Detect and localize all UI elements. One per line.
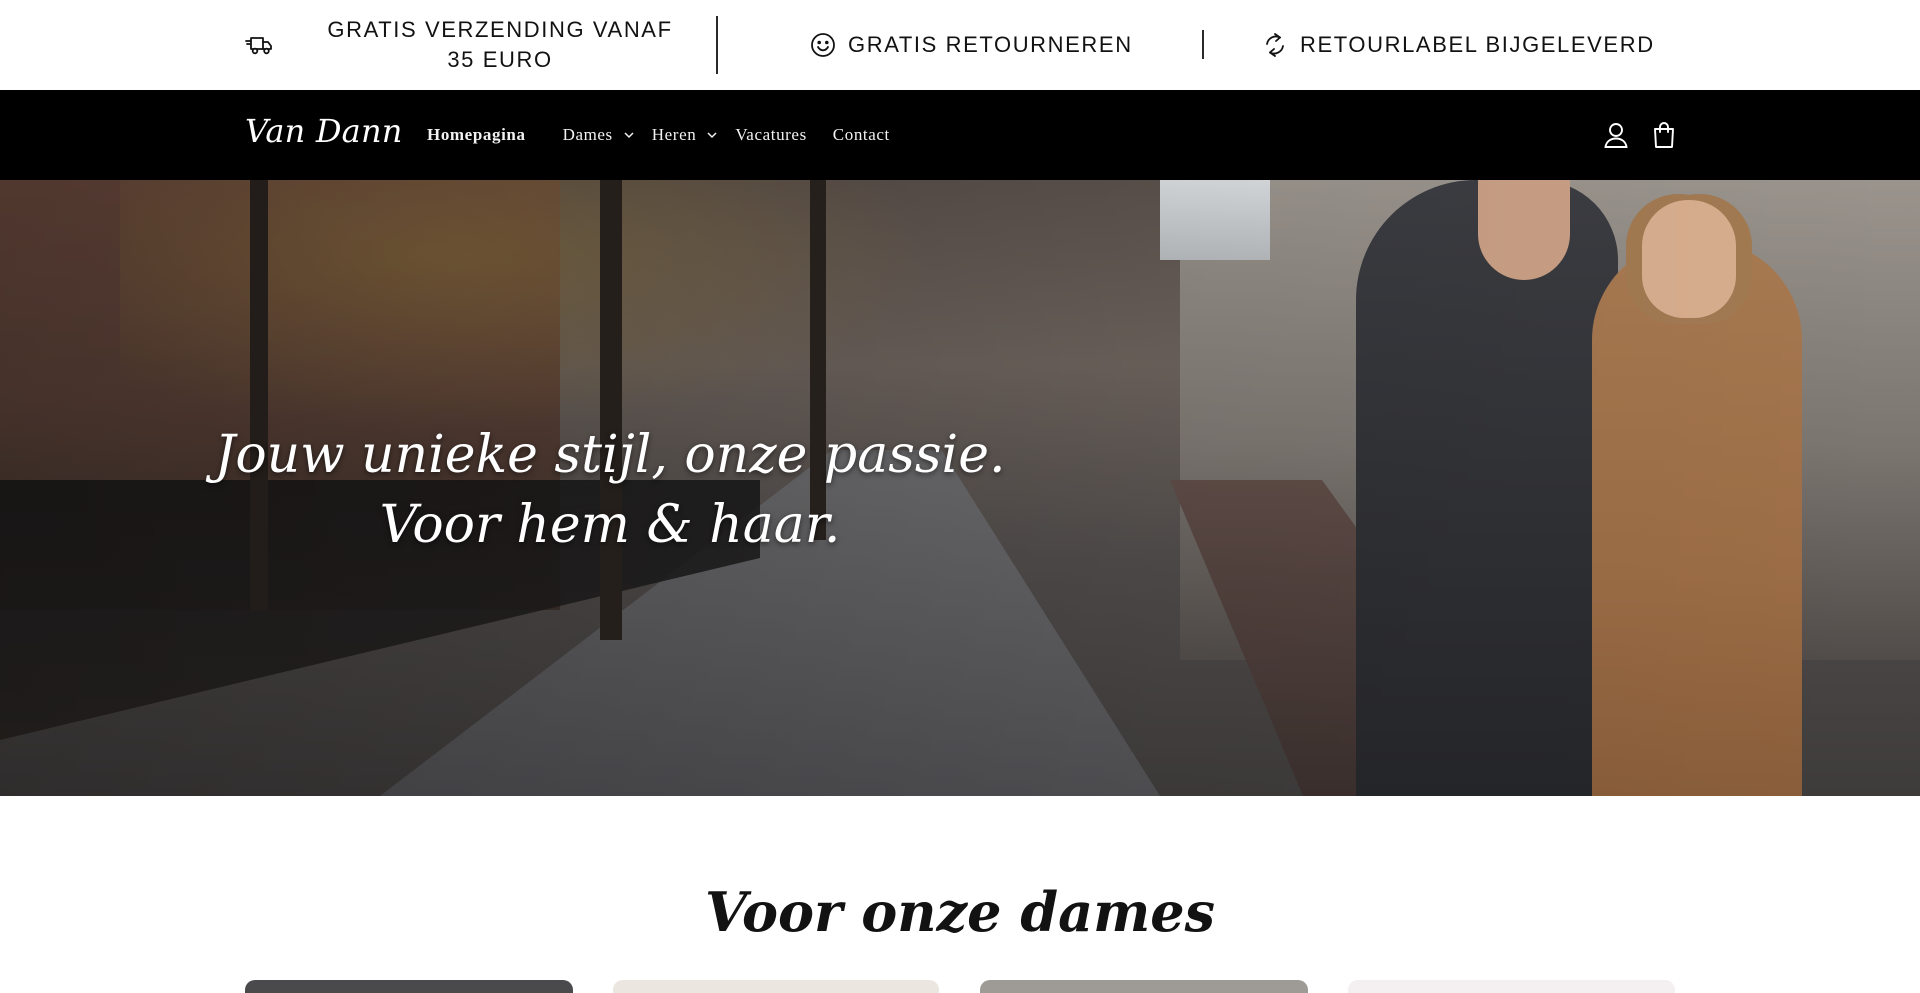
announcement-divider [1202, 30, 1204, 59]
site-logo[interactable]: Van Dann [245, 112, 403, 150]
nav-item-label: Contact [832, 125, 890, 144]
main-navigation: Homepagina Dames Heren Vacatures Contact [427, 90, 916, 180]
section-title: Voor onze dames [705, 880, 1215, 944]
announcement-text: GRATIS VERZENDING VANAF 35 EURO [327, 17, 673, 72]
chevron-down-icon [706, 129, 718, 141]
announcement-bar: GRATIS VERZENDING VANAF 35 EURO GRATIS R… [0, 0, 1920, 90]
nav-item-homepagina[interactable]: Homepagina [427, 125, 526, 145]
nav-item-label: Homepagina [427, 125, 526, 144]
product-card[interactable] [613, 980, 939, 993]
product-card-row [245, 980, 1675, 993]
product-card[interactable] [245, 980, 573, 993]
nav-item-contact[interactable]: Contact [833, 125, 890, 145]
chevron-down-icon [623, 129, 635, 141]
account-icon[interactable] [1599, 118, 1633, 152]
hero-heading: Jouw unieke stijl, onze passie. Voor hem… [210, 420, 1010, 560]
nav-item-vacatures[interactable]: Vacatures [735, 125, 806, 145]
announcement-text: RETOURLABEL BIJGELEVERD [1300, 32, 1655, 57]
site-header: Van Dann Homepagina Dames Heren Vacature… [0, 90, 1920, 180]
cart-icon[interactable] [1647, 118, 1681, 152]
hero-heading-line-1: Jouw unieke stijl, onze passie. [214, 425, 1006, 485]
hero-heading-line-2: Voor hem & haar. [379, 495, 841, 555]
nav-item-label: Dames [562, 125, 613, 144]
product-card[interactable] [980, 980, 1308, 993]
smiley-icon [808, 30, 838, 60]
hero-banner: Jouw unieke stijl, onze passie. Voor hem… [0, 180, 1920, 796]
announcement-text: GRATIS RETOURNEREN [848, 32, 1133, 57]
delivery-truck-icon [244, 30, 274, 60]
nav-item-dames[interactable]: Dames [563, 125, 635, 145]
nav-item-heren[interactable]: Heren [652, 125, 719, 145]
refresh-icon [1260, 30, 1290, 60]
nav-item-label: Heren [651, 125, 697, 144]
announcement-divider [716, 16, 718, 74]
announcement-free-returns: GRATIS RETOURNEREN [808, 0, 1138, 90]
announcement-free-shipping: GRATIS VERZENDING VANAF 35 EURO [244, 0, 684, 90]
product-card[interactable] [1348, 980, 1675, 993]
announcement-return-label: RETOURLABEL BIJGELEVERD [1260, 0, 1660, 90]
nav-item-label: Vacatures [735, 125, 807, 144]
